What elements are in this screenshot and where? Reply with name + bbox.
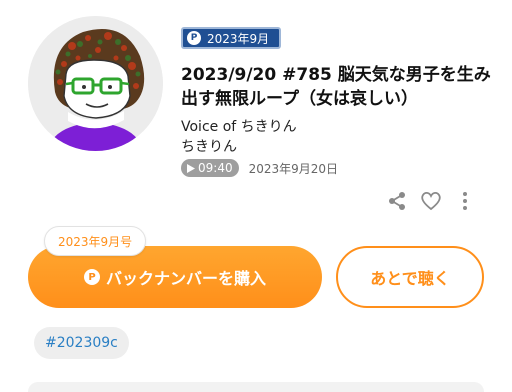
episode-actions (380, 190, 482, 212)
publish-date: 2023年9月20日 (248, 161, 339, 176)
play-icon (187, 163, 195, 173)
buy-button-label: バックナンバーを購入 (105, 269, 266, 288)
duration-pill: 09:40 (181, 159, 239, 177)
avatar-illustration (28, 16, 163, 151)
author-name[interactable]: ちきりん (181, 136, 237, 156)
more-vertical-icon (463, 192, 467, 210)
premium-coin-icon: P (83, 269, 100, 285)
premium-p-icon: P (187, 31, 201, 45)
like-button[interactable] (414, 190, 448, 212)
issue-tooltip: 2023年9月号 (44, 226, 147, 256)
issue-badge-label: 2023年9月 (207, 31, 270, 46)
hashtag-chip[interactable]: #202309c (34, 327, 129, 359)
share-button[interactable] (380, 190, 414, 212)
voice-of-label[interactable]: Voice of ちきりん (181, 116, 297, 136)
more-button[interactable] (448, 190, 482, 212)
heart-icon (421, 191, 441, 211)
duration-text: 09:40 (198, 161, 233, 175)
author-avatar (28, 16, 163, 151)
content-card (28, 382, 484, 392)
share-icon (389, 192, 405, 210)
listen-later-button[interactable]: あとで聴く (336, 246, 484, 308)
issue-badge: P 2023年9月 (181, 27, 282, 49)
episode-meta: 09:40 2023年9月20日 (181, 159, 338, 177)
episode-title: 2023/9/20 #785 脳天気な男子を生み出す無限ループ（女は哀しい） (181, 65, 491, 109)
